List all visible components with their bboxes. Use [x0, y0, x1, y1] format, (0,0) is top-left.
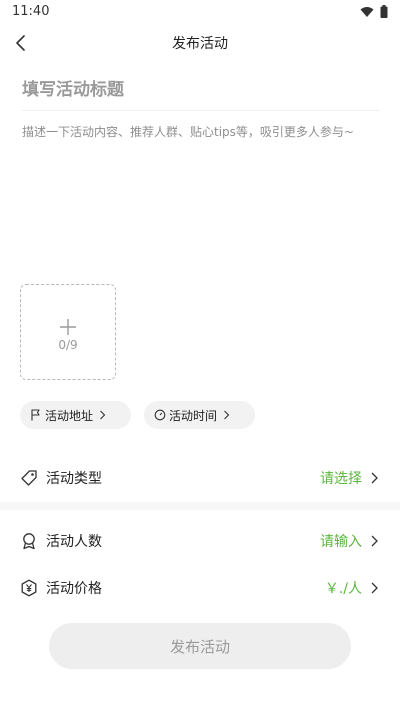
chevron-right-icon	[371, 535, 378, 547]
divider	[22, 110, 380, 111]
wifi-icon	[360, 6, 374, 17]
activity-time-chip[interactable]: 活动时间	[144, 401, 255, 429]
status-bar: 11:40	[0, 0, 400, 24]
activity-price-row[interactable]: 活动价格 ￥./人	[20, 570, 380, 606]
upload-count: 0/9	[58, 338, 78, 352]
activity-address-chip[interactable]: 活动地址	[20, 401, 131, 429]
chevron-right-icon	[371, 582, 378, 594]
activity-people-label: 活动人数	[46, 534, 102, 550]
chevron-right-icon	[371, 472, 378, 484]
chevron-right-icon	[224, 410, 230, 420]
activity-type-value: 请选择	[320, 471, 362, 487]
tag-icon	[21, 470, 37, 486]
screen: 11:40 发布活动 0/9 活动地址	[0, 0, 400, 712]
activity-title-input[interactable]	[22, 72, 380, 108]
activity-type-label: 活动类型	[46, 471, 102, 487]
chip-label-address: 活动地址	[45, 408, 94, 423]
clock-icon	[154, 409, 166, 421]
header: 发布活动	[0, 24, 400, 60]
chevron-right-icon	[100, 410, 106, 420]
activity-price-label: 活动价格	[46, 581, 102, 597]
status-time: 11:40	[12, 4, 50, 19]
battery-icon	[380, 5, 388, 18]
image-upload-button[interactable]: 0/9	[20, 284, 116, 380]
plus-icon	[60, 319, 76, 335]
activity-people-row[interactable]: 活动人数 请输入	[20, 523, 380, 559]
chip-label-time: 活动时间	[169, 408, 218, 423]
publish-button[interactable]: 发布活动	[49, 623, 351, 669]
yuan-hexagon-icon	[21, 579, 37, 597]
page-title: 发布活动	[172, 36, 228, 52]
activity-type-row[interactable]: 活动类型 请选择	[20, 460, 380, 496]
activity-description-input[interactable]	[22, 122, 380, 272]
badge-icon	[23, 533, 35, 550]
activity-people-value: 请输入	[320, 534, 362, 550]
status-icons	[360, 5, 388, 18]
flag-icon	[31, 409, 40, 421]
section-divider	[0, 502, 400, 510]
activity-price-value: ￥./人	[324, 581, 362, 597]
